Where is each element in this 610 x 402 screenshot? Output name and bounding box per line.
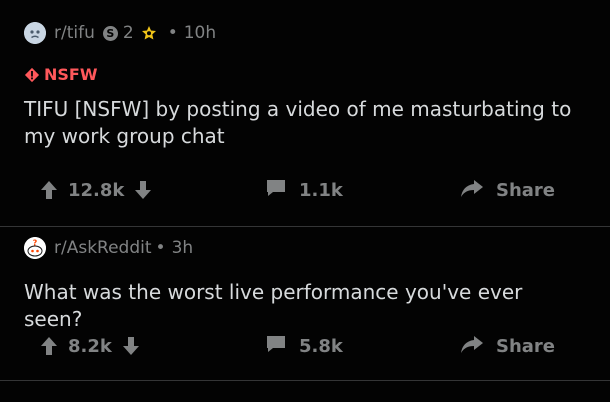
upvote-icon[interactable] [40,336,58,356]
share-button[interactable]: Share [460,175,555,205]
upvote-icon[interactable] [40,180,58,200]
vote-control: 8.2k [40,331,140,361]
vote-score: 12.8k [68,179,125,201]
downvote-icon[interactable] [122,336,140,356]
subreddit-name[interactable]: r/AskReddit [54,238,152,258]
separator-dot: • [167,23,178,43]
downvote-icon[interactable] [134,180,152,200]
vote-score: 8.2k [68,335,112,357]
nsfw-warning-icon [24,67,40,82]
post-time: 10h [183,23,217,43]
askreddit-avatar-icon: ? [24,237,46,259]
share-label: Share [496,335,556,357]
share-button[interactable]: Share [460,331,555,361]
post-card[interactable]: r/tifu S 2 • 10h NSFW TIFU [NSFW] by pos… [0,0,610,227]
tifu-avatar-icon [24,22,46,44]
post-meta: ? r/AskReddit • 3h [24,237,193,259]
comment-icon [265,178,287,203]
post-card[interactable]: ? r/AskReddit • 3h What was the worst li… [0,227,610,381]
comment-icon [265,334,287,359]
svg-text:?: ? [33,239,38,248]
subreddit-avatar[interactable]: ? [24,237,46,259]
coin-count: 2 [122,23,134,43]
comment-count: 1.1k [299,179,343,201]
share-icon [460,178,484,203]
coin-icon: S [102,25,118,41]
comment-count: 5.8k [299,335,343,357]
share-label: Share [496,179,556,201]
nsfw-label: NSFW [44,65,98,84]
post-meta: r/tifu S 2 • 10h [24,22,216,44]
post-actions: 12.8k 1.1k Share [0,175,610,205]
vote-control: 12.8k [40,175,152,205]
subreddit-name[interactable]: r/tifu [54,23,95,43]
post-title[interactable]: TIFU [NSFW] by posting a video of me mas… [24,96,584,150]
award-icon [141,26,156,40]
post-actions: 8.2k 5.8k Share [0,331,610,361]
post-title[interactable]: What was the worst live performance you'… [24,279,584,333]
separator-dot: • [155,238,166,258]
comments-button[interactable]: 1.1k [265,175,343,205]
share-icon [460,334,484,359]
subreddit-avatar[interactable] [24,22,46,44]
nsfw-tag: NSFW [24,65,98,84]
comments-button[interactable]: 5.8k [265,331,343,361]
post-time: 3h [171,238,194,258]
